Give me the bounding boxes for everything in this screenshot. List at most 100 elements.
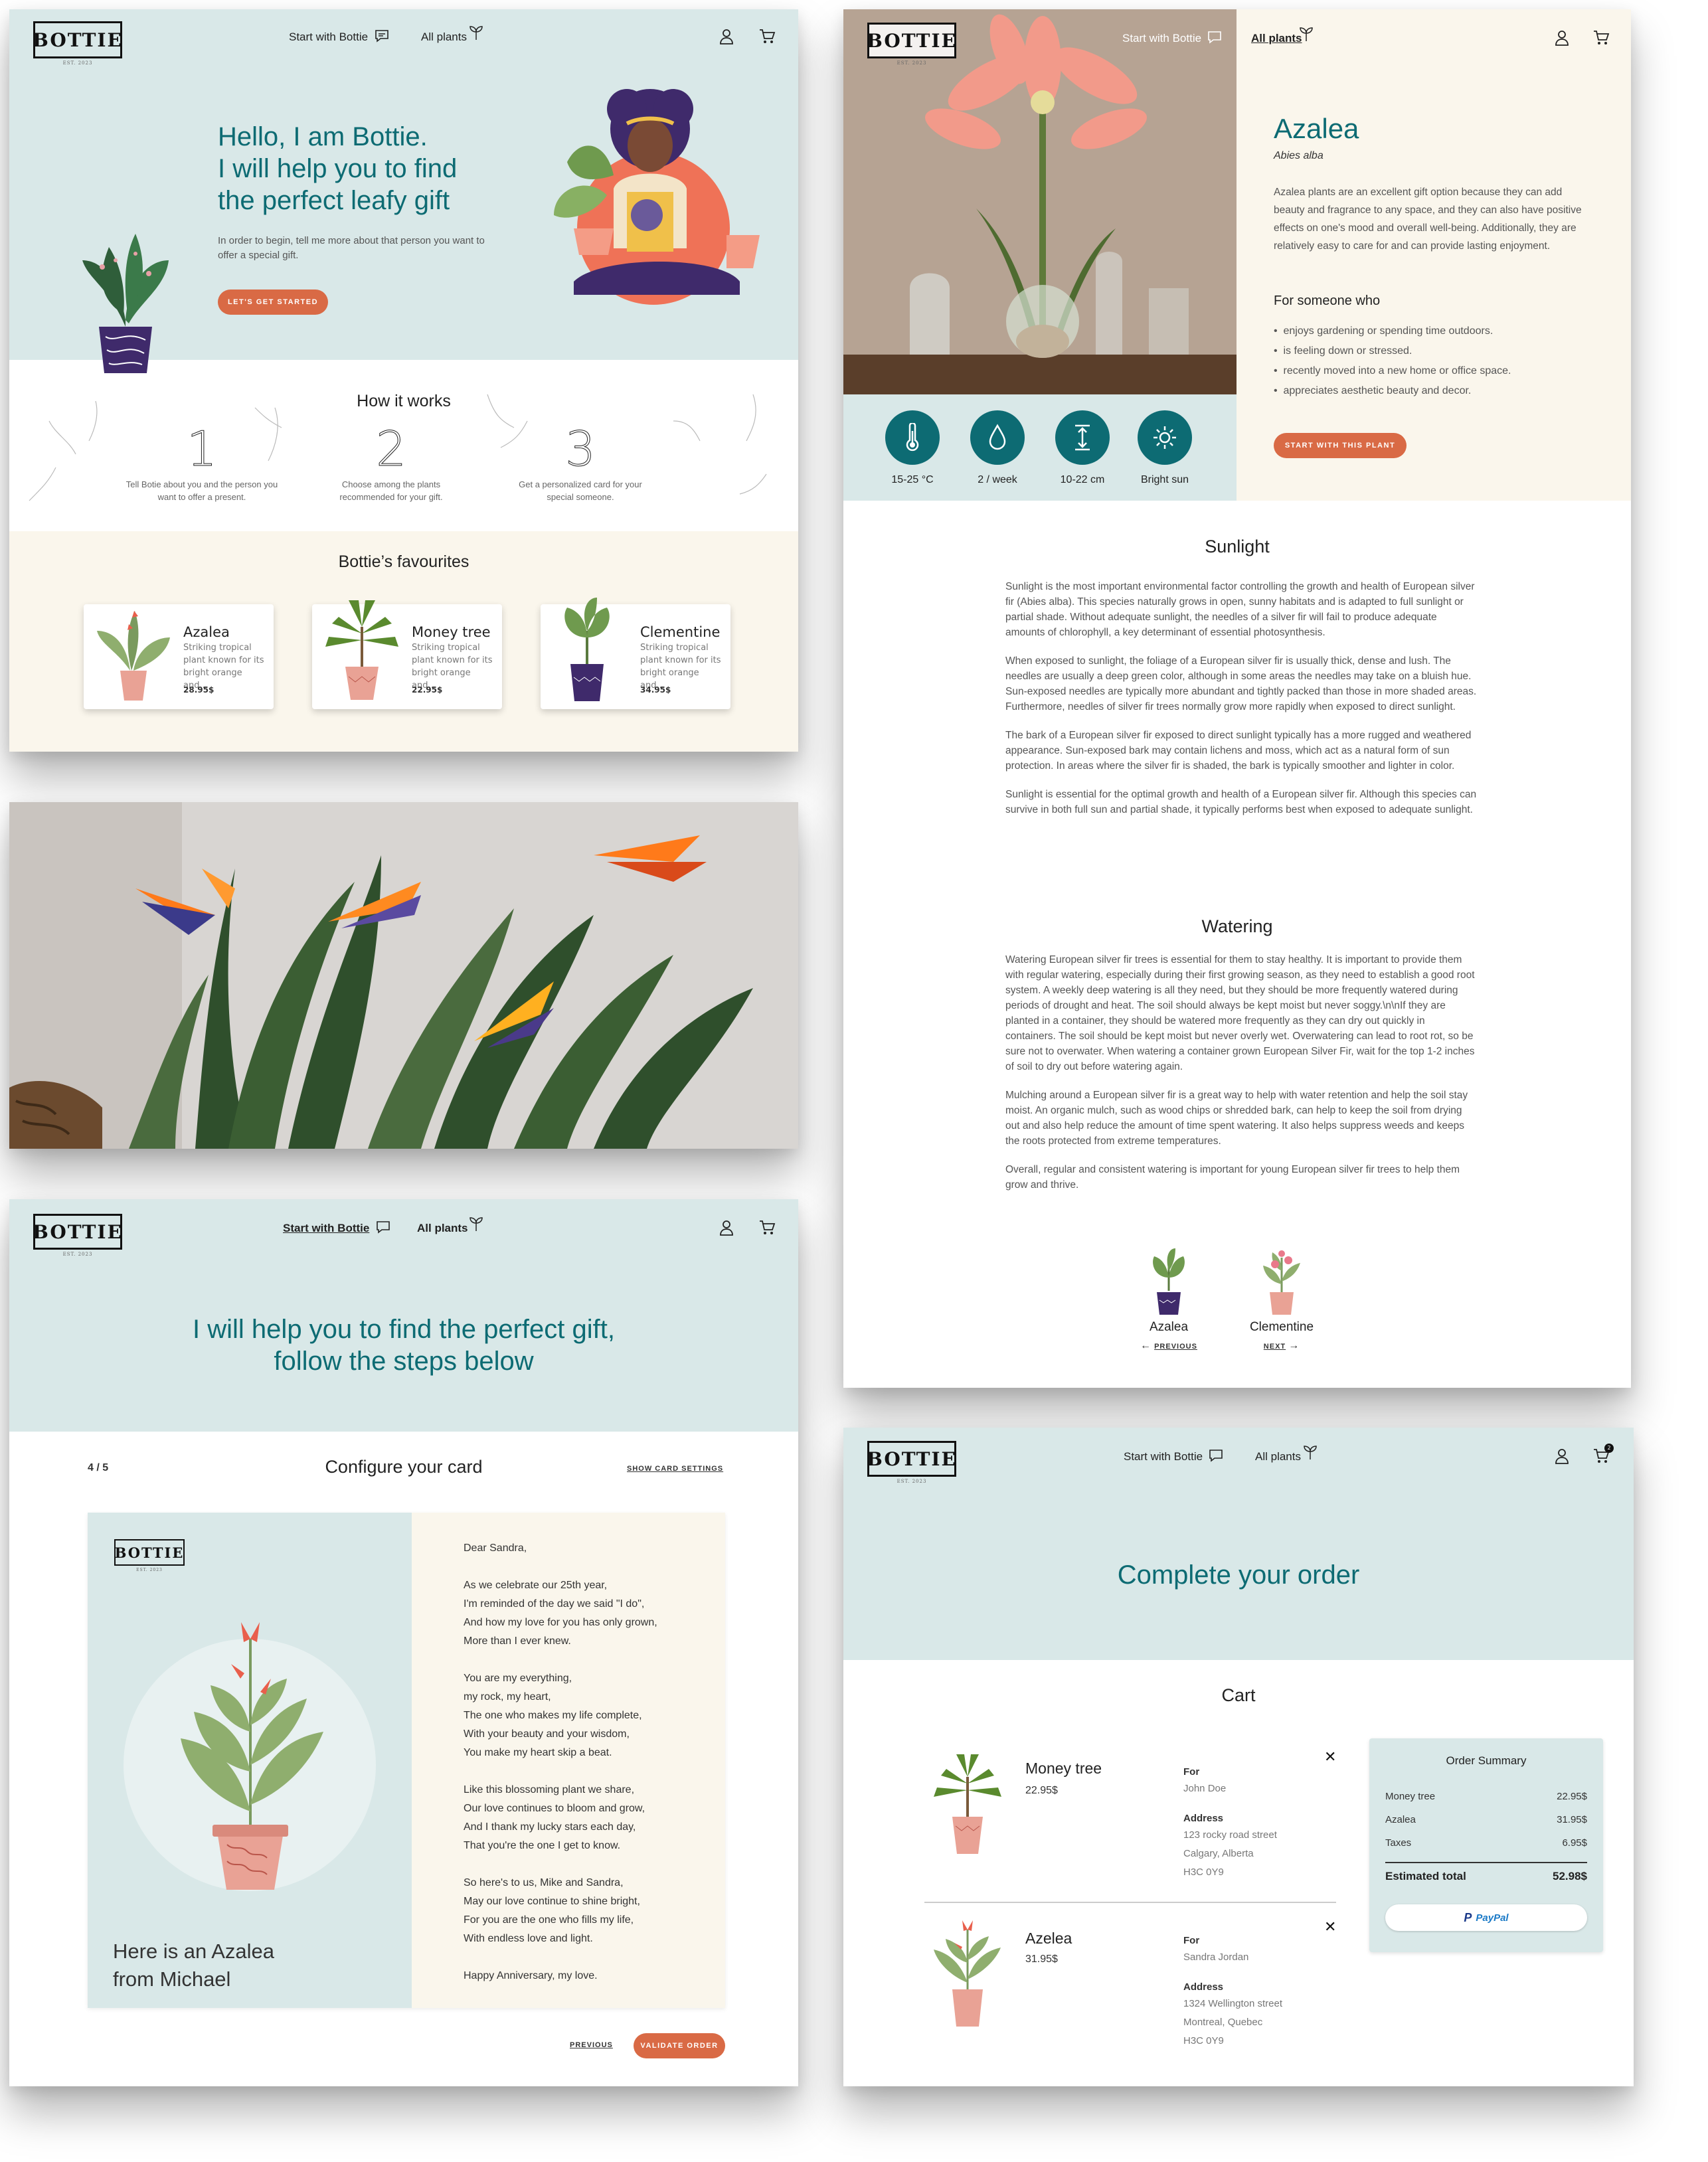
poem-line: Like this blossoming plant we share, (464, 1784, 635, 1795)
order-header-section (843, 1428, 1634, 1660)
azalea-thumb-image (1153, 1248, 1185, 1315)
nav-start-with-bottie[interactable]: Start with Bottie (1124, 1450, 1203, 1463)
bird-of-paradise-photo (9, 802, 798, 1149)
summary-line: Taxes 6.95$ (1385, 1837, 1587, 1849)
paypal-icon: P (1464, 1910, 1472, 1924)
nav-all-plants[interactable]: All plants (417, 1222, 468, 1235)
logo[interactable]: BOTTIE EST. 2023 (867, 1441, 956, 1484)
height-icon (1075, 424, 1090, 451)
sprout-icon (1304, 1446, 1317, 1459)
nav-start-with-bottie[interactable]: Start with Bottie (289, 31, 368, 44)
plant-latin-name: Abies alba (1274, 150, 1324, 161)
card-page-title: I will help you to find the perfect gift… (193, 1315, 615, 1376)
logo[interactable]: BOTTIE EST. 2023 (33, 21, 122, 66)
poem-line: More than I ever knew. (464, 1635, 571, 1647)
show-card-settings-link[interactable]: SHOW CARD SETTINGS (627, 1465, 723, 1473)
poem-line (464, 1855, 725, 1874)
summary-divider (1385, 1862, 1587, 1863)
photo-illustration (9, 802, 798, 1149)
hero-title: Hello, I am Bottie. I will help you to f… (218, 122, 458, 215)
nav-all-plants[interactable]: All plants (1255, 1450, 1301, 1463)
poem-line: For you are the one who fills my life, (464, 1914, 634, 1926)
logo[interactable]: BOTTIE EST. 2023 (867, 23, 956, 66)
leaf-doodle-decoration (29, 394, 767, 501)
nav-start-with-bottie[interactable]: Start with Bottie (1122, 32, 1201, 45)
complete-order-screen: BOTTIE EST. 2023 Start with Bottie All pl… (843, 1428, 1634, 2086)
clementine-thumb-image (1263, 1250, 1300, 1315)
validate-order-button[interactable]: VALIDATE ORDER (634, 2033, 725, 2058)
favourite-card-azalea[interactable]: Azalea Striking tropical plant known for … (84, 604, 274, 709)
thermometer-icon (906, 423, 919, 452)
sunlight-body: Sunlight is the most important environme… (1005, 581, 1477, 815)
arrow-right-icon: → (1288, 1340, 1300, 1351)
hero-description: In order to begin, tell me more about th… (218, 235, 485, 261)
user-icon[interactable] (1554, 29, 1570, 46)
get-started-button[interactable]: LET'S GET STARTED (218, 290, 328, 315)
sprout-icon (1300, 27, 1313, 41)
stat-watering: 2 / week (958, 410, 1037, 486)
favourites-title: Bottie’s favourites (338, 552, 470, 571)
bottie-character-illustration (554, 89, 760, 305)
next-plant[interactable]: Clementine NEXT → (1235, 1244, 1328, 1352)
summary-line: Money tree 22.95$ (1385, 1791, 1587, 1802)
poem-line: Happy Anniversary, my love. (464, 1970, 598, 1981)
item-price: 22.95$ (1025, 1785, 1058, 1796)
previous-link[interactable]: PREVIOUS (570, 2041, 613, 2049)
poem-line: You are my everything, (464, 1673, 572, 1684)
poem-line: As we celebrate our 25th year, (464, 1580, 608, 1591)
watering-body: Watering European silver fir trees is es… (1005, 954, 1475, 1191)
cart-icon[interactable] (758, 28, 776, 45)
cart-item-azelea: Azelea 31.95$ For Sandra Jordan Address … (924, 1916, 1336, 2076)
stat-height: 10-22 cm (1043, 410, 1122, 486)
paypal-button[interactable]: P PayPal (1385, 1904, 1587, 1931)
clementine-plant-image (564, 598, 610, 701)
poem-line: And I thank my lucky stars each day, (464, 1821, 636, 1833)
remove-item-close-icon[interactable]: ✕ (1324, 1919, 1336, 1936)
user-icon[interactable] (719, 28, 734, 45)
nav-all-plants[interactable]: All plants (421, 31, 467, 44)
previous-plant[interactable]: Azalea ← PREVIOUS (1122, 1244, 1215, 1352)
card-logo: BOTTIE EST. 2023 (114, 1539, 185, 1572)
poem-line (464, 1558, 725, 1576)
favourite-card-clementine[interactable]: Clementine Striking tropical plant known … (541, 598, 730, 709)
poem-line: That you're the one I get to know. (464, 1840, 621, 1851)
home-screen: BOTTIE EST. 2023 Start with Bottie All pl… (9, 9, 798, 752)
user-icon[interactable] (1554, 1448, 1570, 1465)
for-someone-who-title: For someone who (1274, 293, 1381, 308)
cart-icon[interactable] (758, 1219, 776, 1236)
poem-line (464, 1651, 725, 1669)
poem-line: Our love continues to bloom and grow, (464, 1803, 645, 1814)
nav-start-with-bottie[interactable]: Start with Bottie (283, 1222, 369, 1235)
chat-icon (377, 1221, 390, 1234)
user-icon[interactable] (719, 1219, 734, 1236)
card-preview: BOTTIE EST. 2023 Here is an Azalea from Mi… (88, 1513, 725, 2008)
list-item: • appreciates aesthetic beauty and decor… (1274, 385, 1472, 396)
start-with-this-plant-button[interactable]: START WITH THIS PLANT (1274, 433, 1407, 458)
chat-icon (1208, 31, 1221, 44)
sprout-icon (470, 26, 483, 40)
amaryllis-photo-illustration (843, 9, 1237, 394)
order-summary: Order Summary Money tree 22.95$ Azalea 31.… (1369, 1738, 1603, 1952)
plant-illustration (82, 234, 169, 373)
order-title: Complete your order (1117, 1560, 1360, 1590)
poem-line: I'm reminded of the day we said "I do", (464, 1598, 645, 1610)
plant-name: Azalea (1274, 113, 1359, 144)
poem-line (464, 1948, 725, 1967)
sunlight-title: Sunlight (1205, 537, 1270, 556)
cart-icon[interactable] (1592, 29, 1610, 46)
stat-sunlight: Bright sun (1125, 410, 1205, 486)
favourite-card-money-tree[interactable]: Money tree Striking tropical plant known … (312, 600, 502, 709)
watering-title: Watering (1201, 916, 1273, 936)
cart-item-money-tree: Money tree 22.95$ For John Doe Address 1… (924, 1744, 1336, 1903)
card-message[interactable]: Dear Sandra, As we celebrate our 25th yea… (412, 1513, 725, 2008)
remove-item-close-icon[interactable]: ✕ (1324, 1749, 1336, 1766)
water-drop-icon (989, 424, 1006, 450)
poem-line: May our love continue to shine bright, (464, 1896, 640, 1907)
summary-line: Azalea 31.95$ (1385, 1814, 1587, 1825)
money-tree-plant-image (325, 600, 398, 700)
logo[interactable]: BOTTIE EST. 2023 (33, 1214, 122, 1257)
chat-icon (1209, 1450, 1223, 1462)
chat-icon (375, 30, 388, 42)
cart-title: Cart (1221, 1685, 1256, 1705)
nav-all-plants[interactable]: All plants (1251, 32, 1302, 45)
